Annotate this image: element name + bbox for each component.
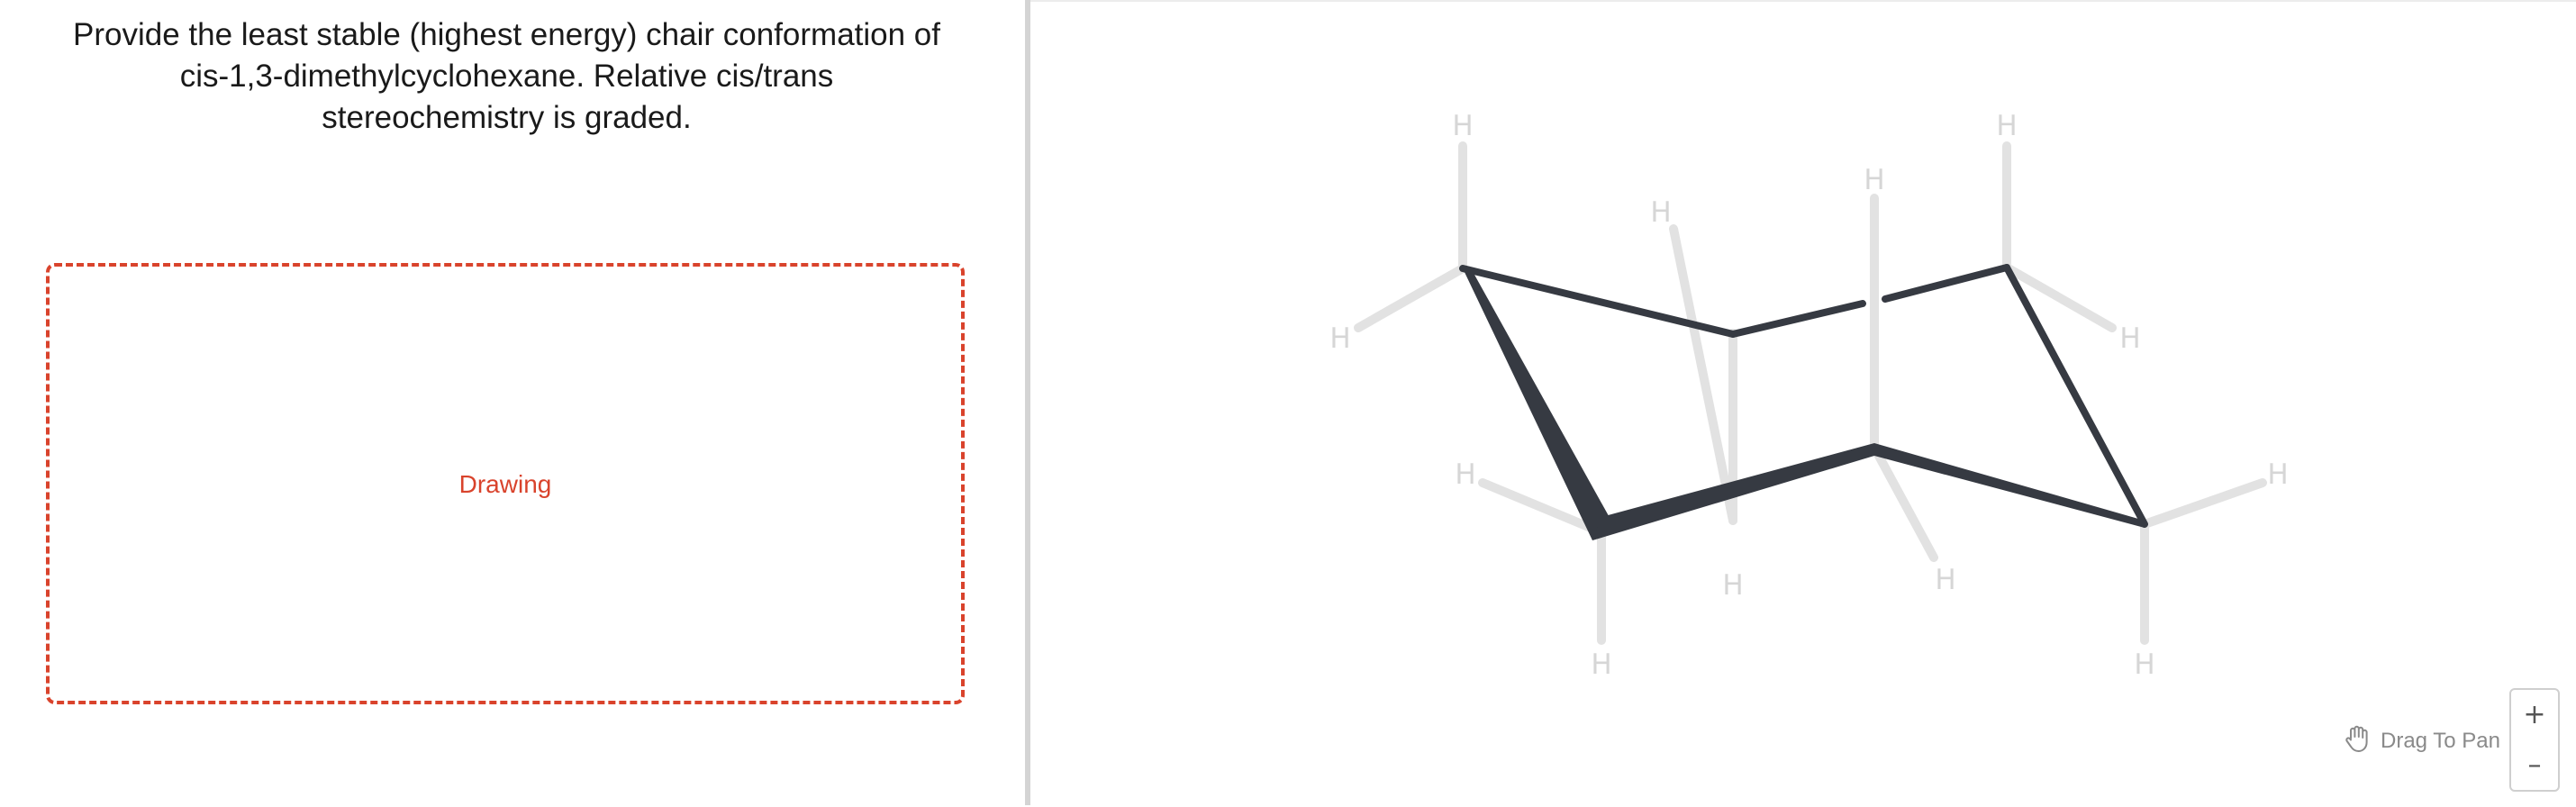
hydrogen-label: H — [2267, 458, 2288, 491]
question-line-1: Provide the least stable (highest energy… — [72, 17, 940, 52]
zoom-out-button[interactable]: – — [2511, 740, 2558, 791]
drag-to-pan-hint: Drag To Pan — [2341, 725, 2500, 757]
h-bond-c3-equatorial — [1669, 224, 1737, 525]
hydrogen-label: H — [2119, 322, 2140, 355]
ring-bond-c4-c5-back — [1882, 264, 2010, 303]
h-bond-c1-equatorial — [1354, 264, 1467, 332]
drawing-label: Drawing — [458, 470, 552, 498]
h-bond-c6-equatorial — [2140, 478, 2267, 529]
hydrogen-label: H — [1864, 164, 1884, 196]
question-line-2: cis-1,3-dimethylcyclohexane. Relative ci… — [179, 59, 834, 94]
hand-icon — [2341, 722, 2373, 761]
hydrogen-label: H — [1452, 110, 1473, 142]
question-panel: Provide the least stable (highest energy… — [0, 0, 1025, 805]
ring-bond-c3-c4-back — [1729, 300, 1866, 338]
ring-bond-c1-c2-wedge — [1463, 267, 1612, 540]
hydrogen-label: H — [1996, 110, 2017, 142]
hydrogen-label: H — [1591, 648, 1611, 681]
question-text: Provide the least stable (highest energy… — [36, 14, 977, 139]
hydrogen-label: H — [1935, 564, 1955, 596]
ring-bonds — [1459, 264, 2148, 540]
chair-conformation[interactable]: H H H H H H H H H H H H — [1030, 2, 2576, 807]
zoom-in-button[interactable]: + — [2511, 690, 2558, 740]
hydrogen-bonds — [1354, 141, 2267, 645]
drag-to-pan-label: Drag To Pan — [2381, 729, 2500, 753]
hydrogen-label: H — [1329, 322, 1350, 355]
zoom-controls: + – — [2509, 688, 2560, 792]
drawing-answer-box[interactable]: Drawing — [46, 263, 965, 704]
hydrogen-label: H — [1650, 196, 1671, 229]
question-line-3: stereochemistry is graded. — [322, 100, 692, 135]
hydrogen-label: H — [2134, 648, 2154, 681]
hydrogen-label: H — [1455, 458, 1475, 491]
molecule-canvas[interactable]: H H H H H H H H H H H H Drag To Pan + – — [1030, 0, 2576, 805]
hydrogen-label: H — [1722, 569, 1743, 602]
